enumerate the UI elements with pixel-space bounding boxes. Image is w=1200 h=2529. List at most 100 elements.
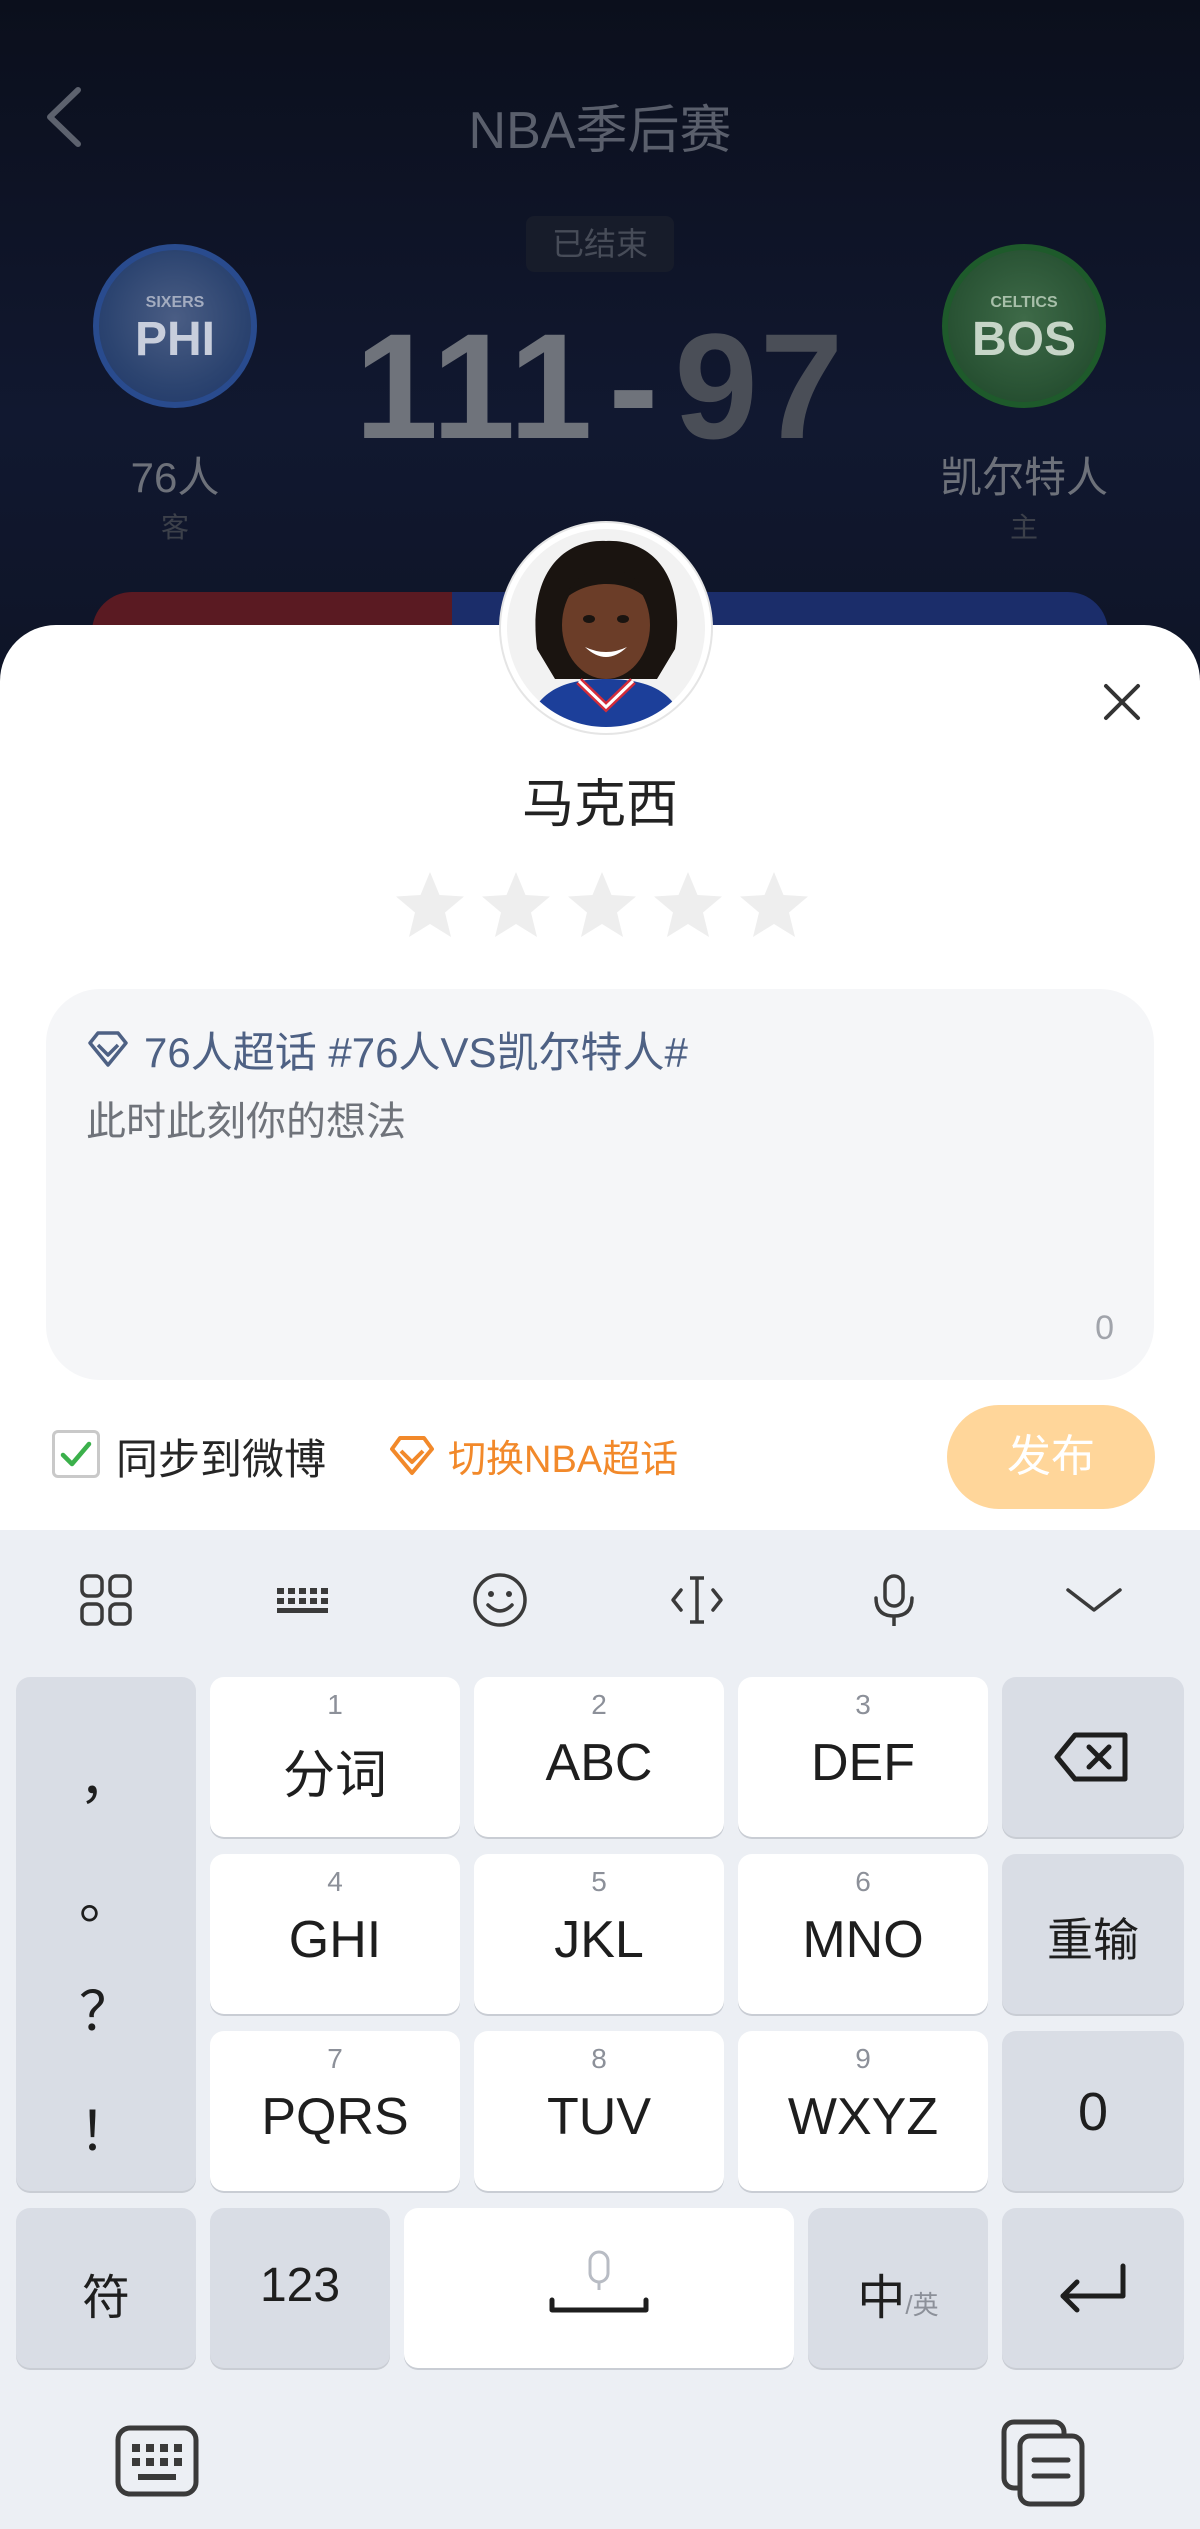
key-5-label: JKL <box>554 1911 644 1969</box>
char-count: 0 <box>1095 1309 1114 1347</box>
punct-question[interactable]: ？ <box>16 1967 196 2046</box>
system-nav-row <box>0 2400 1200 2529</box>
language-toggle-label: 中/英 <box>808 2258 988 2328</box>
player-avatar <box>501 523 711 733</box>
key-1-label: 分词 <box>282 1747 387 1805</box>
star-icon[interactable] <box>564 868 640 944</box>
switch-topic-button[interactable]: 切换NBA超话 <box>386 1428 678 1483</box>
microphone-icon[interactable] <box>864 1570 924 1630</box>
key-2[interactable]: 2 ABC <box>474 1677 724 1837</box>
collapse-keyboard-icon[interactable] <box>1064 1570 1124 1630</box>
key-8-label: TUV <box>547 2088 651 2146</box>
numbers-key[interactable]: 123 <box>210 2208 390 2368</box>
symbols-label: 符 <box>81 2272 130 2325</box>
language-sub: /英 <box>905 2290 939 2320</box>
emoji-icon[interactable] <box>470 1570 530 1630</box>
space-mic-icon <box>549 2250 649 2313</box>
clipboard-icon[interactable] <box>998 2418 1088 2508</box>
celtics-logo[interactable]: CELTICS BOS <box>942 244 1106 408</box>
zero-key[interactable]: 0 <box>1002 2031 1184 2191</box>
retype-key[interactable]: 重输 <box>1002 1854 1184 2014</box>
zero-label: 0 <box>1077 2082 1109 2142</box>
punct-exclamation[interactable]: ！ <box>16 2087 196 2166</box>
key-4-number: 4 <box>327 1866 343 1897</box>
key-7-number: 7 <box>327 2043 343 2074</box>
close-icon <box>1104 684 1140 720</box>
numbers-label: 123 <box>259 2259 341 2312</box>
key-7[interactable]: 7 PQRS <box>210 2031 460 2191</box>
key-3[interactable]: 3 DEF <box>738 1677 988 1837</box>
enter-key[interactable] <box>1002 2208 1184 2368</box>
punct-comma[interactable]: ， <box>16 1735 196 1814</box>
key-2-label: ABC <box>545 1734 653 1792</box>
check-icon <box>60 1441 92 1467</box>
topic-text: 76人超话 #76人VS凯尔特人# <box>144 1028 688 1076</box>
key-9-label: WXYZ <box>787 2088 939 2146</box>
keyboard-switch-icon[interactable] <box>112 2422 202 2502</box>
key-4-label: GHI <box>288 1911 382 1969</box>
star-icon[interactable] <box>392 868 468 944</box>
key-8[interactable]: 8 TUV <box>474 2031 724 2191</box>
punct-period[interactable]: 。 <box>16 1855 196 1934</box>
keyboard-layout-icon[interactable] <box>273 1570 333 1630</box>
score-separator: - <box>608 302 661 470</box>
sixers-logo-big-text: PHI <box>134 313 215 366</box>
away-team-name: 76人 <box>130 454 220 501</box>
star-icon[interactable] <box>478 868 554 944</box>
retype-label: 重输 <box>1047 1914 1139 1966</box>
diamond-switch-icon <box>390 1435 434 1475</box>
backspace-icon <box>1054 1732 1128 1782</box>
sync-label[interactable]: 同步到微博 <box>116 1426 326 1487</box>
key-3-number: 3 <box>855 1689 871 1720</box>
key-9-number: 9 <box>855 2043 871 2074</box>
backspace-key[interactable] <box>1002 1677 1184 1837</box>
publish-button[interactable]: 发布 <box>947 1405 1155 1509</box>
comment-placeholder: 此时此刻你的想法 <box>86 1100 406 1144</box>
key-9[interactable]: 9 WXYZ <box>738 2031 988 2191</box>
enter-icon <box>1060 2263 1126 2313</box>
key-7-label: PQRS <box>261 2088 409 2146</box>
key-4[interactable]: 4 GHI <box>210 1854 460 2014</box>
punctuation-column[interactable]: ， 。 ？ ！ <box>16 1677 196 2191</box>
grid-icon[interactable] <box>76 1570 136 1630</box>
post-options: 同步到微博 切换NBA超话 发布 <box>0 1400 1200 1510</box>
page-title: NBA季后赛 <box>468 102 732 160</box>
key-5-number: 5 <box>591 1866 607 1897</box>
game-status-badge: 已结束 <box>526 216 674 272</box>
topic-tag[interactable]: 76人超话 #76人VS凯尔特人# <box>86 1019 688 1079</box>
celtics-logo-big-text: BOS <box>971 313 1076 366</box>
switch-topic-label: 切换NBA超话 <box>448 1439 679 1481</box>
sixers-logo[interactable]: SIXERS PHI <box>93 244 257 408</box>
language-toggle-key[interactable]: 中/英 <box>808 2208 988 2368</box>
cursor-icon[interactable] <box>667 1570 727 1630</box>
sync-checkbox[interactable] <box>52 1430 100 1478</box>
close-button[interactable] <box>1092 672 1152 732</box>
player-photo-icon <box>507 529 705 727</box>
space-key[interactable] <box>404 2208 794 2368</box>
keyboard-toolbar <box>0 1530 1200 1670</box>
away-score: 111 <box>354 302 595 470</box>
home-score: 97 <box>674 302 846 470</box>
star-rating[interactable] <box>392 868 812 944</box>
key-1[interactable]: 1 分词 <box>210 1677 460 1837</box>
home-team-role: 主 <box>1009 512 1038 543</box>
key-2-number: 2 <box>591 1689 607 1720</box>
key-1-number: 1 <box>327 1689 343 1720</box>
key-6-number: 6 <box>855 1866 871 1897</box>
symbols-key[interactable]: 符 <box>16 2208 196 2368</box>
star-icon[interactable] <box>736 868 812 944</box>
away-team-role: 客 <box>160 512 189 543</box>
comment-input[interactable]: 76人超话 #76人VS凯尔特人# 此时此刻你的想法 0 <box>46 989 1154 1380</box>
diamond-icon <box>88 1031 128 1067</box>
language-main: 中 <box>857 2272 906 2325</box>
player-name: 马克西 <box>521 776 678 834</box>
key-5[interactable]: 5 JKL <box>474 1854 724 2014</box>
celtics-logo-small-text: CELTICS <box>990 294 1058 311</box>
key-6-label: MNO <box>802 1911 924 1969</box>
key-8-number: 8 <box>591 2043 607 2074</box>
key-6[interactable]: 6 MNO <box>738 1854 988 2014</box>
key-3-label: DEF <box>811 1734 915 1792</box>
star-icon[interactable] <box>650 868 726 944</box>
home-team-name: 凯尔特人 <box>939 454 1108 501</box>
sixers-logo-small-text: SIXERS <box>145 294 205 311</box>
